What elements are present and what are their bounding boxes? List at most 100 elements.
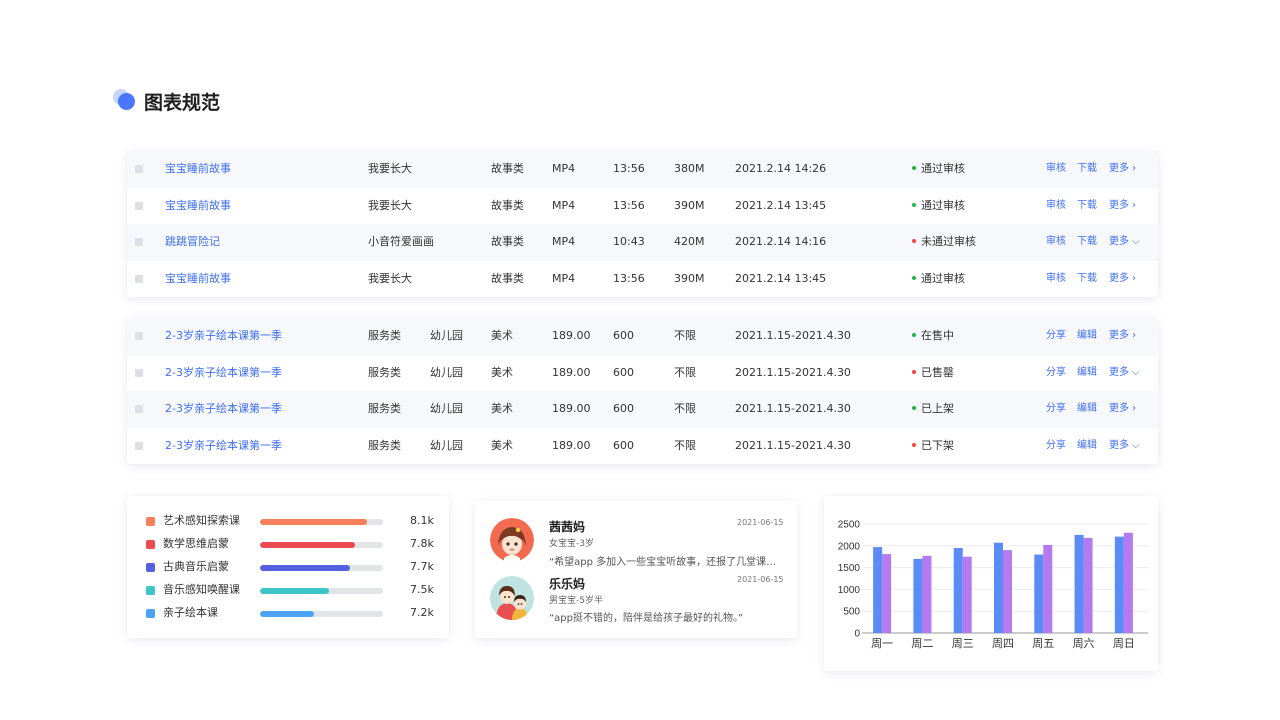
review-text: “希望app 多加入一些宝宝听故事，还报了几堂课… bbox=[549, 557, 777, 568]
action-label: 下载 bbox=[1077, 236, 1097, 247]
author-cell: 我要长大 bbox=[368, 198, 412, 212]
size-cell: 380M bbox=[674, 162, 705, 175]
legend-value: 7.8k bbox=[410, 537, 434, 550]
action-link-2[interactable]: 更多 › bbox=[1109, 151, 1136, 187]
action-link-2[interactable]: 更多 › bbox=[1109, 318, 1136, 354]
action-link-1[interactable]: 编辑 bbox=[1077, 391, 1097, 427]
course-name-link[interactable]: 2-3岁亲子绘本课第一季 bbox=[165, 428, 282, 464]
action-label: 审核 bbox=[1046, 236, 1066, 247]
size-cell: 420M bbox=[674, 235, 705, 248]
row-checkbox[interactable] bbox=[135, 238, 143, 246]
action-label: 编辑 bbox=[1077, 403, 1097, 414]
item-name-link[interactable]: 宝宝睡前故事 bbox=[165, 261, 231, 297]
table-row[interactable]: 跳跳冒险记 小音符爱画画 故事类 MP4 10:43 420M 2021.2.14 14:1… bbox=[127, 224, 1158, 261]
bar-series1 bbox=[1003, 550, 1012, 633]
row-checkbox[interactable] bbox=[135, 441, 143, 450]
stock-cell: 600 bbox=[613, 402, 634, 415]
course-name-link[interactable]: 2-3岁亲子绘本课第一季 bbox=[165, 318, 282, 354]
progress-fill bbox=[260, 542, 355, 548]
format-cell: MP4 bbox=[552, 162, 576, 175]
progress-track bbox=[260, 611, 383, 617]
page-header: 图表规范 bbox=[113, 88, 220, 114]
item-name-link[interactable]: 宝宝睡前故事 bbox=[165, 151, 231, 187]
row-checkbox[interactable] bbox=[135, 405, 143, 413]
bar-series0 bbox=[1114, 536, 1124, 633]
row-checkbox[interactable] bbox=[135, 274, 143, 283]
bar-series1 bbox=[1043, 544, 1053, 633]
action-link-1[interactable]: 下载 bbox=[1077, 151, 1097, 187]
action-link-2[interactable]: 更多 › bbox=[1109, 391, 1136, 427]
legend-value: 8.1k bbox=[410, 514, 434, 527]
course-name-link[interactable]: 2-3岁亲子绘本课第一季 bbox=[165, 355, 282, 391]
table-row[interactable]: 宝宝睡前故事 我要长大 故事类 MP4 13:56 390M 2021.2.14 13:45… bbox=[127, 261, 1158, 298]
action-link-0[interactable]: 审核 bbox=[1046, 261, 1066, 297]
action-link-2[interactable]: 更多 › bbox=[1109, 188, 1136, 224]
row-checkbox[interactable] bbox=[135, 165, 143, 173]
avatar-family-icon bbox=[490, 576, 534, 620]
table-row[interactable]: 2-3岁亲子绘本课第一季 服务类 幼儿园 美术 189.00 600 不限 2021.1.15… bbox=[127, 428, 1158, 465]
reviewer-meta: 女宝宝-3岁 bbox=[549, 539, 594, 549]
status-cell: 未通过审核 bbox=[912, 224, 976, 260]
action-link-2[interactable]: 更多 ⌵ bbox=[1109, 428, 1140, 464]
legend-row: 亲子绘本课 7.2k bbox=[127, 603, 449, 623]
status-dot-icon bbox=[912, 202, 916, 207]
legend-label: 数学思维启蒙 bbox=[163, 537, 229, 550]
reviewer-name: 乐乐妈 bbox=[549, 577, 586, 591]
legend-row: 数学思维启蒙 7.8k bbox=[127, 534, 449, 554]
action-label: 更多 bbox=[1109, 163, 1129, 174]
course-name-link[interactable]: 2-3岁亲子绘本课第一季 bbox=[165, 391, 282, 427]
price-cell: 189.00 bbox=[552, 365, 591, 379]
action-label: 更多 bbox=[1109, 236, 1129, 247]
action-link-1[interactable]: 下载 bbox=[1077, 224, 1097, 260]
action-link-0[interactable]: 分享 bbox=[1046, 318, 1066, 354]
action-link-0[interactable]: 审核 bbox=[1046, 224, 1066, 260]
action-label: 分享 bbox=[1046, 439, 1066, 451]
progress-track bbox=[260, 542, 383, 548]
x-tick-label: 周五 bbox=[1032, 637, 1054, 650]
status-text: 未通过审核 bbox=[921, 235, 976, 248]
action-link-2[interactable]: 更多 ⌵ bbox=[1109, 355, 1140, 391]
course-table: 2-3岁亲子绘本课第一季 服务类 幼儿园 美术 189.00 600 不限 2021.1.15… bbox=[127, 318, 1158, 464]
table-row[interactable]: 宝宝睡前故事 我要长大 故事类 MP4 13:56 380M 2021.2.14 14:26… bbox=[127, 151, 1158, 188]
legend-label: 音乐感知唤醒课 bbox=[163, 583, 240, 596]
limit-cell: 不限 bbox=[674, 438, 696, 452]
action-link-0[interactable]: 分享 bbox=[1046, 428, 1066, 464]
action-link-2[interactable]: 更多 › bbox=[1109, 261, 1136, 297]
item-name-link[interactable]: 跳跳冒险记 bbox=[165, 224, 220, 260]
action-link-0[interactable]: 分享 bbox=[1046, 391, 1066, 427]
action-link-1[interactable]: 编辑 bbox=[1077, 355, 1097, 391]
table-row[interactable]: 2-3岁亲子绘本课第一季 服务类 幼儿园 美术 189.00 600 不限 2021.1.15… bbox=[127, 391, 1158, 428]
period-cell: 2021.1.15-2021.4.30 bbox=[735, 402, 851, 415]
table-row[interactable]: 2-3岁亲子绘本课第一季 服务类 幼儿园 美术 189.00 600 不限 2021.1.15… bbox=[127, 318, 1158, 355]
action-link-0[interactable]: 审核 bbox=[1046, 151, 1066, 187]
audience-cell: 幼儿园 bbox=[430, 438, 463, 452]
item-name-link[interactable]: 宝宝睡前故事 bbox=[165, 188, 231, 224]
row-checkbox[interactable] bbox=[135, 201, 143, 210]
row-checkbox[interactable] bbox=[135, 332, 143, 340]
action-link-1[interactable]: 下载 bbox=[1077, 261, 1097, 297]
row-checkbox[interactable] bbox=[135, 368, 143, 377]
format-cell: MP4 bbox=[552, 235, 576, 248]
bar-series0 bbox=[913, 558, 923, 633]
action-link-0[interactable]: 分享 bbox=[1046, 355, 1066, 391]
action-link-1[interactable]: 编辑 bbox=[1077, 318, 1097, 354]
legend-label: 艺术感知探索课 bbox=[163, 514, 240, 527]
weekly-bar-chart-card: 2500 2000 1500 1000 500 0 周一 周二 周三 周四 周五 周六 周日 bbox=[824, 496, 1158, 671]
legend-label: 古典音乐启蒙 bbox=[163, 560, 229, 573]
table-row[interactable]: 宝宝睡前故事 我要长大 故事类 MP4 13:56 390M 2021.2.14 13:45… bbox=[127, 188, 1158, 225]
action-link-1[interactable]: 编辑 bbox=[1077, 428, 1097, 464]
duration-cell: 13:56 bbox=[613, 271, 645, 285]
limit-cell: 不限 bbox=[674, 365, 696, 379]
category-cell: 故事类 bbox=[491, 162, 524, 175]
status-text: 已售罄 bbox=[921, 365, 954, 379]
table-row[interactable]: 2-3岁亲子绘本课第一季 服务类 幼儿园 美术 189.00 600 不限 2021.1.15… bbox=[127, 355, 1158, 392]
date-cell: 2021.2.14 13:45 bbox=[735, 271, 827, 285]
action-link-0[interactable]: 审核 bbox=[1046, 188, 1066, 224]
status-dot-icon bbox=[912, 275, 916, 280]
action-link-2[interactable]: 更多 ⌵ bbox=[1109, 224, 1140, 260]
legend-label: 亲子绘本课 bbox=[163, 606, 218, 619]
x-tick-label: 周一 bbox=[871, 637, 893, 650]
action-label: 更多 bbox=[1109, 272, 1129, 284]
action-label: 分享 bbox=[1046, 330, 1066, 341]
action-link-1[interactable]: 下载 bbox=[1077, 188, 1097, 224]
